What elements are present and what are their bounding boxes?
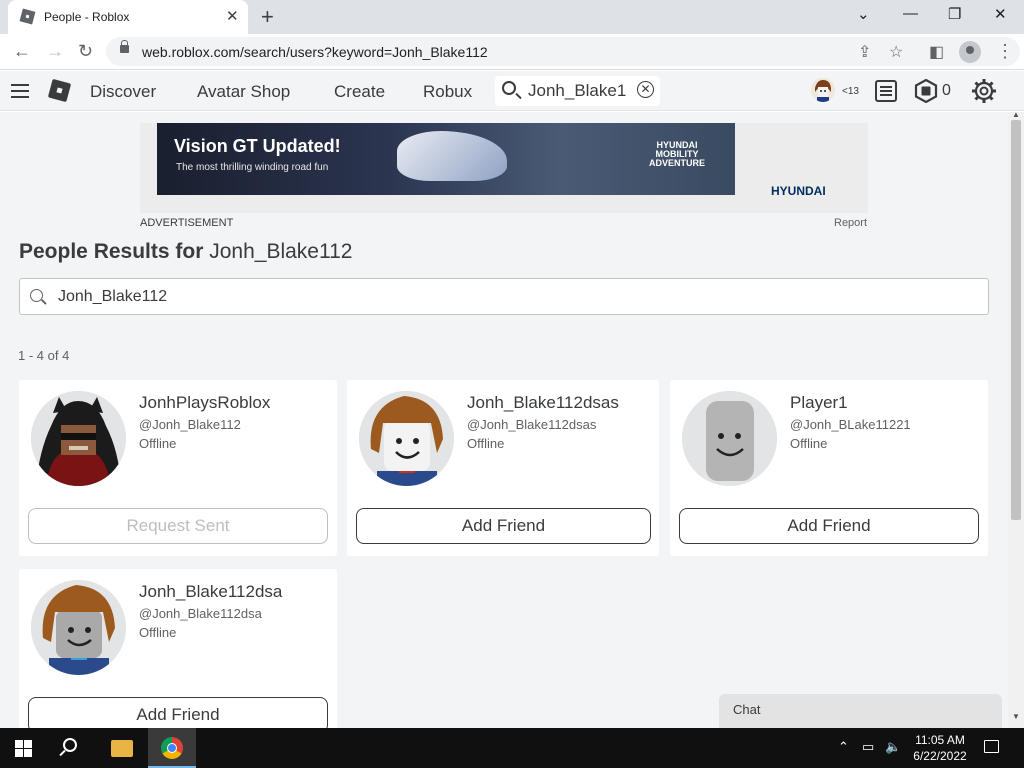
share-icon[interactable]: ⇪ bbox=[858, 42, 871, 62]
request-sent-button[interactable]: Request Sent bbox=[28, 508, 328, 544]
roblox-header: Discover Avatar Shop Create Robux Jonh_B… bbox=[0, 71, 1024, 111]
windows-start-icon[interactable] bbox=[15, 740, 32, 757]
roblox-favicon-icon bbox=[19, 8, 36, 25]
people-search-value[interactable]: Jonh_Blake112 bbox=[58, 288, 167, 306]
nav-robux[interactable]: Robux bbox=[423, 82, 472, 102]
page-title: People Results for Jonh_Blake112 bbox=[19, 240, 352, 264]
forward-icon[interactable]: → bbox=[46, 41, 64, 62]
ad-headline: Vision GT Updated! bbox=[174, 136, 341, 156]
browser-toolbar: ← → ↻ web.roblox.com/search/users?keywor… bbox=[0, 34, 1024, 70]
robux-balance[interactable]: 0 bbox=[942, 82, 951, 100]
add-friend-button[interactable]: Add Friend bbox=[679, 508, 979, 544]
user-status: Offline bbox=[139, 436, 177, 451]
reload-icon[interactable]: ↻ bbox=[78, 41, 93, 62]
taskbar-chrome-button[interactable] bbox=[148, 728, 196, 768]
user-display-name[interactable]: Player1 bbox=[790, 393, 848, 413]
header-search-value[interactable]: Jonh_Blake1 bbox=[528, 81, 632, 101]
hamburger-menu-icon[interactable] bbox=[11, 84, 29, 98]
tab-close-icon[interactable]: ✕ bbox=[226, 7, 239, 25]
user-avatar[interactable] bbox=[31, 391, 126, 486]
back-icon[interactable]: ← bbox=[13, 41, 31, 62]
people-search-page: Vision GT Updated! The most thrilling wi… bbox=[0, 112, 1008, 728]
browser-menu-icon[interactable]: ⋮ bbox=[996, 41, 1014, 62]
advertisement-label: ADVERTISEMENT bbox=[140, 217, 234, 229]
user-card[interactable]: Jonh_Blake112dsas @Jonh_Blake112dsas Off… bbox=[347, 380, 659, 556]
clock-date: 6/22/2022 bbox=[913, 749, 967, 763]
race-car-image bbox=[397, 131, 507, 181]
advertisement-banner[interactable]: Vision GT Updated! The most thrilling wi… bbox=[157, 123, 735, 195]
scroll-up-arrow-icon[interactable]: ▲ bbox=[1012, 110, 1020, 119]
user-card[interactable]: JonhPlaysRoblox @Jonh_Blake112 Offline R… bbox=[19, 380, 337, 556]
nav-create[interactable]: Create bbox=[334, 82, 385, 102]
catalog-list-icon[interactable] bbox=[875, 80, 897, 102]
user-card[interactable]: Player1 @Jonh_BLake11221 Offline Add Fri… bbox=[670, 380, 988, 556]
user-username: @Jonh_Blake112 bbox=[139, 417, 241, 432]
url-text[interactable]: web.roblox.com/search/users?keyword=Jonh… bbox=[142, 44, 488, 60]
chrome-icon bbox=[161, 737, 183, 759]
add-friend-button[interactable]: Add Friend bbox=[28, 697, 328, 728]
results-count: 1 - 4 of 4 bbox=[18, 348, 70, 363]
roblox-logo-icon[interactable] bbox=[47, 78, 72, 103]
nav-discover[interactable]: Discover bbox=[90, 82, 156, 102]
close-window-button[interactable]: ✕ bbox=[994, 5, 1007, 23]
age-badge: <13 bbox=[842, 86, 859, 97]
profile-avatar-icon[interactable] bbox=[959, 41, 981, 63]
user-display-name[interactable]: JonhPlaysRoblox bbox=[139, 393, 270, 413]
user-avatar[interactable] bbox=[359, 391, 454, 486]
file-explorer-icon[interactable] bbox=[111, 740, 133, 757]
search-icon bbox=[502, 81, 516, 95]
results-title-prefix: People Results for bbox=[19, 240, 204, 263]
clear-search-icon[interactable]: ✕ bbox=[637, 81, 654, 98]
tray-chevron-up-icon[interactable]: ⌃ bbox=[838, 739, 849, 755]
new-tab-button[interactable]: + bbox=[261, 4, 274, 30]
browser-tab[interactable]: People - Roblox ✕ bbox=[8, 0, 248, 34]
minimize-button[interactable]: — bbox=[903, 5, 918, 22]
user-avatar[interactable] bbox=[811, 78, 835, 102]
windows-taskbar: ⌃ ▭ 🔈 11:05 AM 6/22/2022 bbox=[0, 728, 1024, 768]
user-status: Offline bbox=[139, 625, 177, 640]
bookmark-star-icon[interactable]: ☆ bbox=[889, 42, 903, 62]
settings-gear-icon[interactable] bbox=[971, 78, 997, 109]
nav-avatar-shop[interactable]: Avatar Shop bbox=[197, 82, 290, 102]
user-card[interactable]: Jonh_Blake112dsa @Jonh_Blake112dsa Offli… bbox=[19, 569, 337, 728]
restore-button[interactable]: ❐ bbox=[948, 5, 961, 23]
ad-tag: HYUNDAI MOBILITY ADVENTURE bbox=[648, 140, 705, 168]
clock-time: 11:05 AM bbox=[915, 733, 965, 747]
side-panel-icon[interactable]: ◧ bbox=[929, 42, 944, 62]
notification-center-icon[interactable] bbox=[984, 740, 999, 753]
advertisement-container: Vision GT Updated! The most thrilling wi… bbox=[140, 123, 868, 213]
user-display-name[interactable]: Jonh_Blake112dsas bbox=[467, 393, 619, 413]
add-friend-button[interactable]: Add Friend bbox=[356, 508, 651, 544]
user-avatar[interactable] bbox=[31, 580, 126, 675]
user-display-name[interactable]: Jonh_Blake112dsa bbox=[139, 582, 282, 602]
chat-label[interactable]: Chat bbox=[733, 702, 760, 717]
scroll-down-arrow-icon[interactable]: ▼ bbox=[1012, 712, 1020, 721]
page-scrollbar[interactable]: ▲ ▼ bbox=[1008, 110, 1024, 728]
results-keyword: Jonh_Blake112 bbox=[209, 240, 353, 263]
report-ad-link[interactable]: Report bbox=[834, 217, 867, 229]
user-status: Offline bbox=[467, 436, 505, 451]
people-search-input[interactable]: Jonh_Blake112 bbox=[19, 278, 989, 315]
chat-widget[interactable]: Chat bbox=[719, 694, 1002, 728]
tab-search-icon[interactable]: ⌄ bbox=[857, 5, 870, 23]
header-search-input[interactable]: Jonh_Blake1 ✕ bbox=[495, 76, 660, 106]
volume-icon[interactable]: 🔈 bbox=[885, 739, 901, 755]
ad-subline: The most thrilling winding road fun bbox=[176, 162, 329, 173]
taskbar-search-icon[interactable] bbox=[63, 738, 77, 752]
tab-title: People - Roblox bbox=[44, 10, 130, 24]
user-username: @Jonh_Blake112dsas bbox=[467, 417, 597, 432]
taskbar-clock[interactable]: 11:05 AM 6/22/2022 bbox=[909, 732, 971, 764]
network-icon[interactable]: ▭ bbox=[862, 739, 874, 755]
user-status: Offline bbox=[790, 436, 828, 451]
lock-icon[interactable] bbox=[120, 40, 129, 53]
address-bar[interactable]: web.roblox.com/search/users?keyword=Jonh… bbox=[106, 37, 1020, 66]
user-username: @Jonh_Blake112dsa bbox=[139, 606, 262, 621]
robux-icon[interactable] bbox=[914, 78, 938, 108]
search-icon bbox=[30, 289, 43, 302]
user-username: @Jonh_BLake11221 bbox=[790, 417, 911, 432]
scroll-thumb[interactable] bbox=[1011, 120, 1021, 520]
user-avatar[interactable] bbox=[682, 391, 777, 486]
ad-brand-logo: HYUNDAI bbox=[771, 184, 826, 198]
browser-titlebar: People - Roblox ✕ + ⌄ — ❐ ✕ bbox=[0, 0, 1024, 34]
